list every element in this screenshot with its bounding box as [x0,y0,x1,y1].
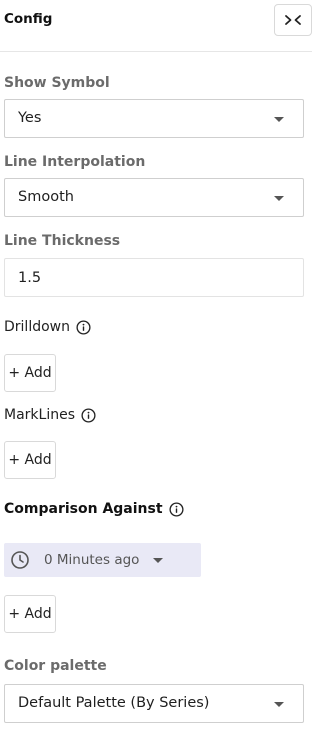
line-thickness-input[interactable] [4,258,304,297]
drilldown-heading: Drilldown [4,319,91,335]
chevron-down-icon [274,702,284,707]
chevron-down-icon [274,196,284,201]
drilldown-label: Drilldown [4,319,70,335]
info-icon[interactable] [81,407,96,423]
comparison-time-select[interactable]: 0 Minutes ago [4,543,201,577]
config-header: Config [0,0,312,52]
config-panel: Config Show Symbol Yes Line Interpolatio… [0,0,312,754]
color-palette-label: Color palette [4,658,107,674]
info-icon[interactable] [169,501,184,517]
color-palette-select[interactable]: Default Palette (By Series) [4,684,304,723]
info-icon[interactable] [76,319,91,335]
marklines-add-button[interactable]: + Add [4,441,56,479]
line-thickness-label: Line Thickness [4,233,121,249]
show-symbol-value: Yes [18,110,42,126]
line-interpolation-select[interactable]: Smooth [4,178,304,217]
chevron-down-icon [153,557,164,563]
collapse-button[interactable] [274,4,312,36]
show-symbol-select[interactable]: Yes [4,99,304,138]
collapse-arrows-icon [285,15,301,25]
show-symbol-label: Show Symbol [4,75,110,91]
color-palette-value: Default Palette (By Series) [18,695,210,711]
config-title: Config [4,11,53,27]
drilldown-add-button[interactable]: + Add [4,354,56,392]
marklines-label: MarkLines [4,407,75,423]
line-interpolation-value: Smooth [18,189,74,205]
comparison-heading: Comparison Against [4,501,184,517]
marklines-heading: MarkLines [4,407,96,423]
clock-icon [10,550,30,570]
comparison-time-value: 0 Minutes ago [44,552,140,568]
comparison-label: Comparison Against [4,501,163,517]
comparison-add-button[interactable]: + Add [4,595,56,633]
chevron-down-icon [274,117,284,122]
line-interpolation-label: Line Interpolation [4,154,146,170]
